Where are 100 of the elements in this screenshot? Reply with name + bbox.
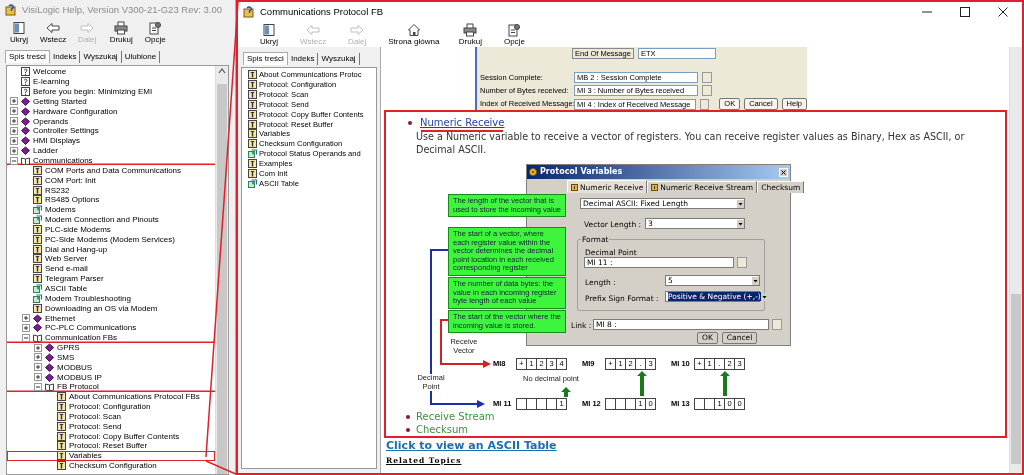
collapse-icon[interactable] [34, 382, 42, 391]
numeric-receive-link[interactable]: Numeric Receive [420, 115, 505, 130]
expand-icon[interactable] [22, 314, 30, 322]
panel-icon [262, 23, 276, 37]
tree-item[interactable]: SMS [7, 352, 215, 363]
topic-link[interactable]: Receive Stream [416, 410, 495, 423]
toolbar-button[interactable]: Drukuj [455, 23, 486, 46]
info-page-icon [248, 159, 257, 168]
tab[interactable]: Indeks [287, 53, 319, 65]
toolbar-button[interactable]: Opcje [499, 23, 530, 46]
tree-item[interactable]: Downloading an OS via Modem [7, 303, 215, 314]
forward-arrow-icon [80, 21, 95, 35]
tree-item[interactable]: Communication FBs [7, 332, 215, 343]
toolbar-button[interactable]: Drukuj [106, 21, 137, 44]
expand-icon[interactable] [22, 323, 30, 332]
bullet [406, 427, 410, 432]
tree-item[interactable]: Protocol: Reset Buffer [7, 441, 215, 451]
tree-item[interactable]: HMI Displays [7, 135, 215, 146]
tree-item[interactable]: Protocol: Scan [7, 411, 215, 422]
tree-item[interactable]: Communications [7, 155, 215, 166]
tree-item[interactable]: PC-Side Modems (Modem Services) [7, 234, 215, 245]
tree-item[interactable]: COM Ports and Data Communications [7, 165, 215, 176]
ascii-table-link[interactable]: Click to view an ASCII Table [386, 439, 557, 452]
info-page-icon [57, 451, 66, 461]
tab[interactable]: Wyszukaj [80, 51, 122, 63]
tree-item[interactable]: About Communications Protocol FBs [7, 391, 215, 402]
expand-icon[interactable] [10, 146, 18, 155]
tab[interactable]: Wyszukaj [318, 53, 360, 65]
scrollbar[interactable] [215, 66, 228, 474]
tree-item[interactable]: Modem Troubleshooting [7, 293, 215, 304]
info-page-icon [248, 139, 257, 149]
tree-item[interactable]: PLC-side Modems [7, 224, 215, 235]
tree-item[interactable]: Getting Started [7, 96, 215, 107]
tab[interactable]: Ulubione [121, 51, 161, 63]
tree-item[interactable]: RS485 Options [7, 194, 215, 205]
tab[interactable]: Indeks [49, 51, 81, 63]
tree-item[interactable]: Operands [7, 116, 215, 127]
expand-icon[interactable] [10, 97, 18, 106]
dropdown-arrow-icon [752, 276, 759, 285]
tree-item[interactable]: MODBUS [7, 362, 215, 373]
tree-item[interactable]: Modems [7, 204, 215, 215]
info-page-icon [57, 421, 66, 431]
tree-item[interactable]: Modem Connection and Pinouts [7, 214, 215, 225]
description-text: Use a Numeric variable to receive a vector of registers. You can receive register values as Binary, Hex as ASCII, or Decimal ASCII. [416, 131, 966, 156]
tree-item[interactable]: Web Server [7, 254, 215, 264]
close-button[interactable] [779, 167, 788, 177]
expand-icon[interactable] [10, 127, 18, 135]
expand-icon[interactable] [10, 117, 18, 126]
options-icon [507, 23, 522, 37]
pointer-arrow [637, 371, 647, 396]
info-page-icon [33, 224, 42, 234]
toolbar-button[interactable]: Strona główna [386, 23, 442, 46]
tree-item[interactable]: Send e-mail [7, 263, 215, 274]
info-page-icon [248, 80, 257, 90]
tree-item[interactable]: Welcome [7, 67, 215, 77]
tree-item[interactable]: Protocol: Copy Buffer Contents [7, 431, 215, 442]
tree-item[interactable]: Ethernet [7, 313, 215, 323]
wizard-page-icon [33, 284, 42, 293]
tab[interactable]: Spis treści [5, 50, 50, 63]
tree-item[interactable]: ASCII Table [7, 283, 215, 294]
expand-icon[interactable] [10, 136, 18, 145]
tree-item[interactable]: Dial and Hang-up [7, 244, 215, 255]
scrollbar[interactable] [1009, 47, 1022, 473]
tree-item[interactable]: COM Port: Init [7, 175, 215, 186]
info-page-icon [248, 129, 257, 139]
toolbar-button[interactable]: Ukryj [4, 21, 34, 44]
open-book-icon [21, 156, 30, 165]
tree-item[interactable]: GPRS [7, 342, 215, 353]
panel-icon [12, 21, 26, 35]
collapse-icon[interactable] [10, 156, 18, 165]
tree-item[interactable]: Ladder [7, 145, 215, 156]
tree-item[interactable]: E-learning [7, 76, 215, 87]
expand-icon[interactable] [34, 353, 42, 362]
topic-link[interactable]: Checksum [416, 423, 469, 436]
toolbar-button[interactable]: Wstecz [38, 21, 69, 44]
tree-item[interactable]: MODBUS IP [7, 372, 215, 382]
tree-item[interactable]: Protocol: Send [7, 421, 215, 432]
info-page-icon [33, 175, 42, 185]
tree-item[interactable]: Controller Settings [7, 126, 215, 136]
tree-item[interactable]: RS232 [7, 185, 215, 195]
toolbar-button[interactable]: Ukryj [254, 23, 284, 46]
toolbar-button[interactable]: Opcje [140, 21, 171, 44]
tree-item[interactable]: Protocol: Configuration [7, 401, 215, 412]
tree-item[interactable]: Hardware Configuration [7, 106, 215, 117]
tree-item[interactable]: Telegram Parser [7, 273, 215, 284]
open-book-icon [45, 382, 54, 392]
tree-item[interactable]: Before you begin: Minimizing EMI [7, 86, 215, 97]
tree-item[interactable]: FB Protocol [7, 382, 215, 392]
tree-item[interactable]: PC-PLC Communications [7, 322, 215, 333]
collapse-icon[interactable] [22, 333, 30, 342]
tab[interactable]: Spis treści [243, 52, 288, 65]
register-cell [694, 398, 705, 410]
open-book-icon [33, 333, 42, 343]
bullet [408, 120, 412, 125]
tree-item[interactable]: Variables [7, 450, 215, 461]
expand-icon[interactable] [10, 107, 18, 116]
tree-item[interactable]: Checksum Configuration [7, 460, 215, 471]
expand-icon[interactable] [34, 373, 42, 382]
expand-icon[interactable] [34, 363, 42, 372]
expand-icon[interactable] [34, 343, 42, 352]
